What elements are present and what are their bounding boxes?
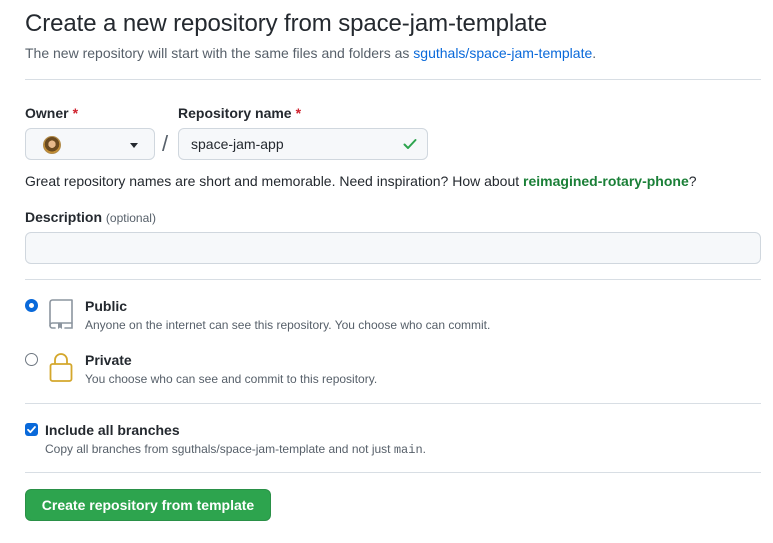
branches-desc-text: Copy all branches from sguthals/space-ja… — [45, 442, 394, 456]
visibility-divider — [25, 403, 761, 404]
lock-icon — [49, 353, 73, 382]
create-repository-button[interactable]: Create repository from template — [25, 489, 271, 521]
caret-down-icon — [130, 143, 138, 148]
private-option-title: Private — [85, 352, 132, 368]
description-divider — [25, 279, 761, 280]
private-radio[interactable] — [25, 353, 38, 366]
owner-required-mark: * — [72, 105, 79, 121]
check-icon — [403, 139, 417, 149]
subtitle-suffix: . — [592, 45, 597, 61]
repo-name-required-mark: * — [295, 105, 302, 121]
include-branches-checkbox[interactable] — [25, 423, 38, 436]
description-label-text: Description — [25, 209, 103, 225]
branches-divider — [25, 472, 761, 473]
owner-label: Owner * — [25, 105, 78, 121]
header-divider — [25, 79, 761, 80]
include-branches-description: Copy all branches from sguthals/space-ja… — [45, 442, 426, 457]
public-option-description: Anyone on the internet can see this repo… — [85, 318, 491, 332]
public-option-title: Public — [85, 298, 128, 314]
include-branches-label[interactable]: Include all branches — [45, 422, 180, 438]
repo-name-hint: Great repository names are short and mem… — [25, 173, 697, 189]
branch-name: main — [393, 443, 423, 457]
repo-icon — [49, 299, 73, 329]
avatar — [43, 136, 61, 154]
hint-text: Great repository names are short and mem… — [25, 173, 524, 189]
name-suggestion[interactable]: reimagined-rotary-phone — [523, 173, 689, 189]
repo-name-label-text: Repository name — [178, 105, 292, 121]
private-option-description: You choose who can see and commit to thi… — [85, 372, 378, 386]
owner-label-text: Owner — [25, 105, 69, 121]
description-input[interactable] — [25, 232, 761, 264]
public-radio[interactable] — [25, 299, 38, 312]
description-label: Description (optional) — [25, 209, 156, 225]
branches-desc-suffix: . — [422, 442, 426, 456]
template-link[interactable]: sguthals/space-jam-template — [413, 45, 592, 61]
owner-repo-separator: / — [162, 131, 169, 156]
subtitle-text: The new repository will start with the s… — [25, 45, 414, 61]
page-subtitle: The new repository will start with the s… — [25, 45, 596, 61]
repo-name-label: Repository name * — [178, 105, 301, 121]
optional-label: (optional) — [105, 211, 156, 225]
repo-name-input[interactable] — [178, 128, 428, 160]
checkmark-icon — [27, 426, 36, 434]
page-title: Create a new repository from space-jam-t… — [25, 10, 548, 37]
hint-suffix: ? — [688, 173, 697, 189]
owner-select[interactable] — [25, 128, 155, 160]
